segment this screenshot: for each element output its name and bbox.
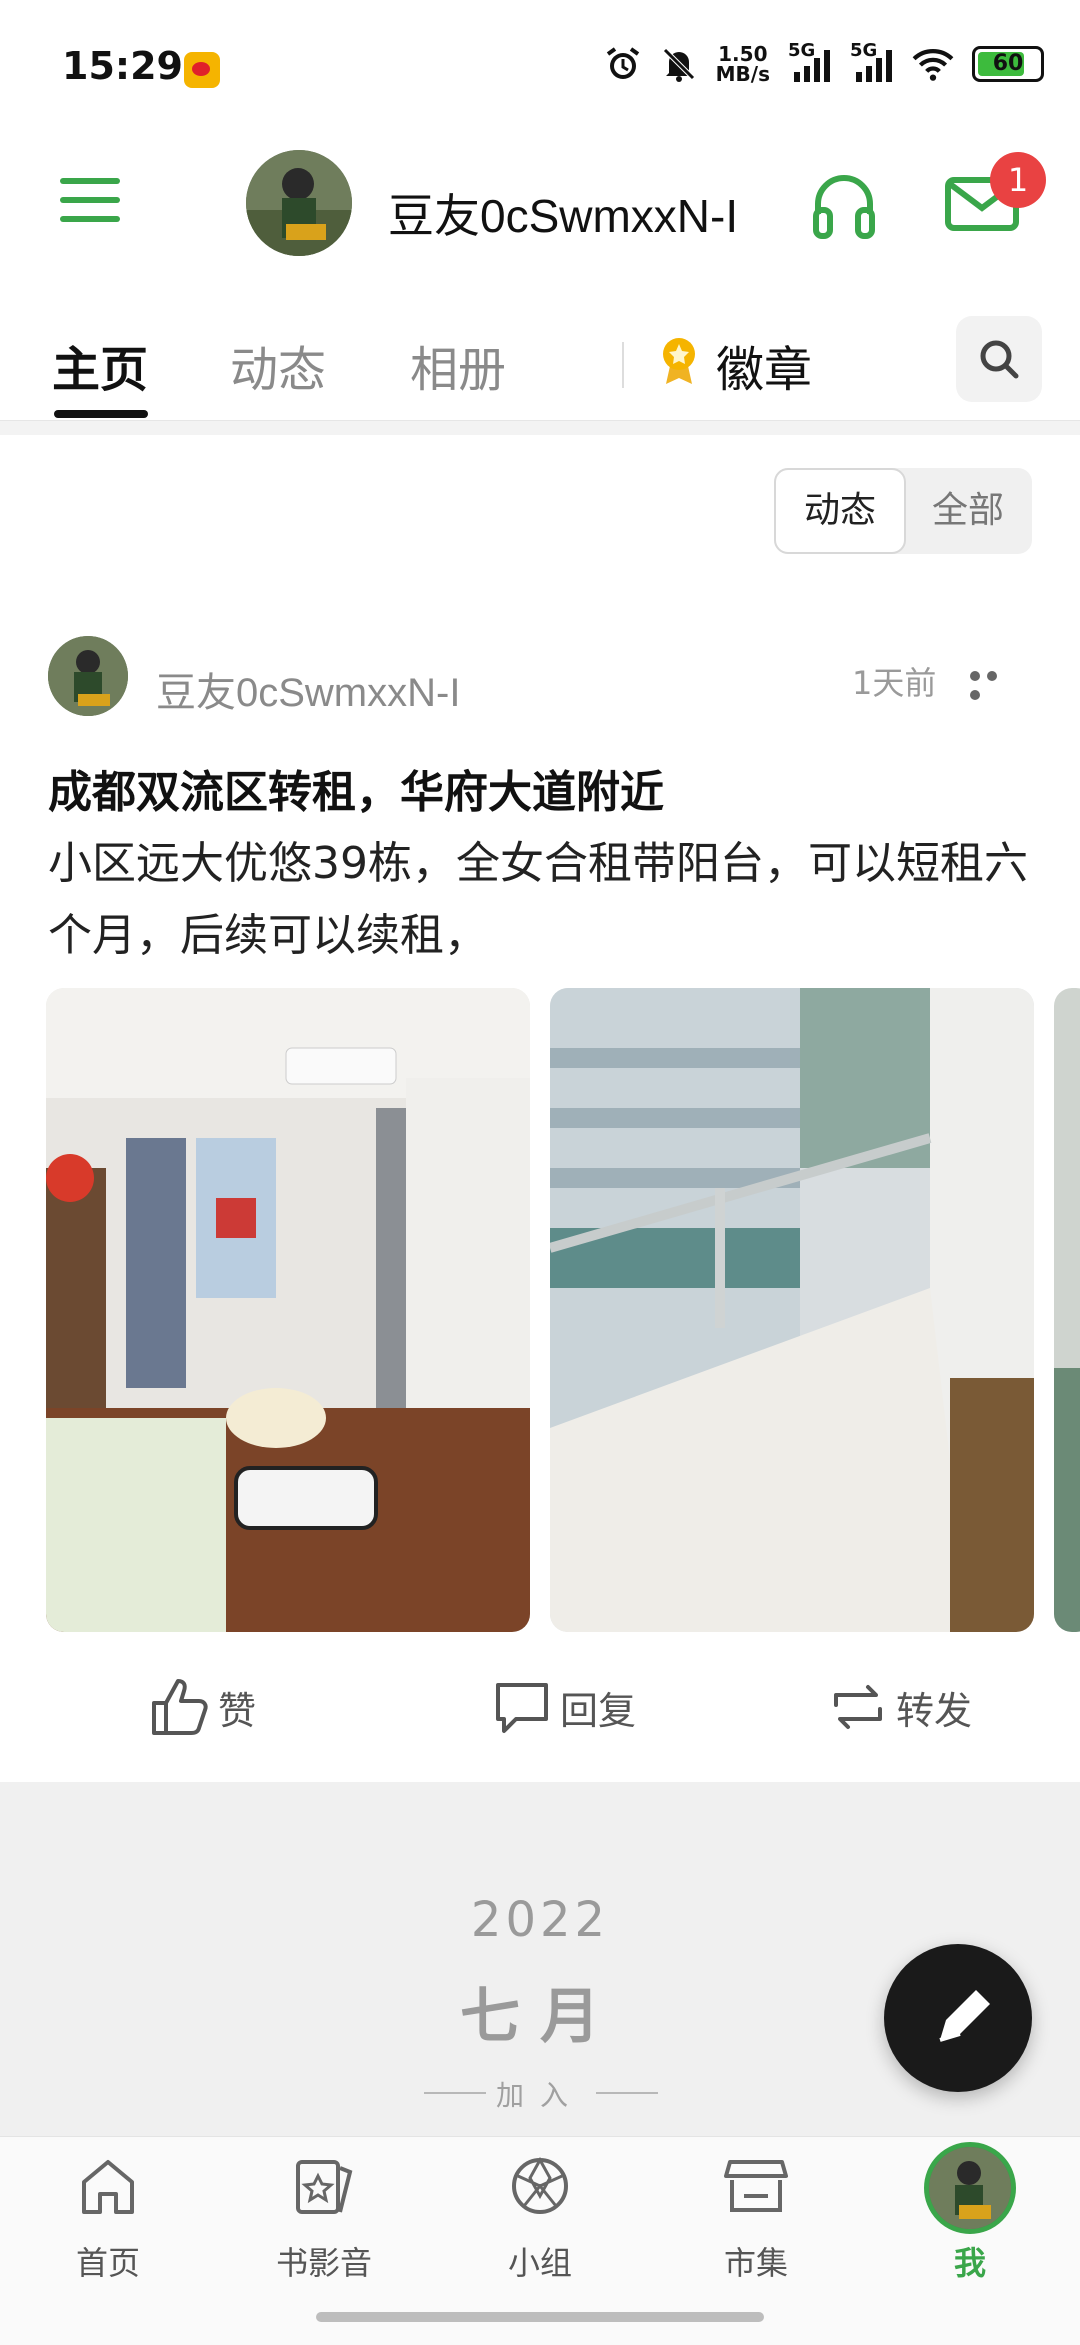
- status-icons: 1.50 MB/s 5G 5G 60: [604, 40, 1044, 84]
- nav-home[interactable]: 首页: [18, 2136, 198, 2316]
- medal-icon: [663, 338, 695, 384]
- profile-username: 豆友0cSwmxxN-I: [388, 190, 739, 242]
- nav-media-label: 书影音: [275, 2244, 372, 2282]
- status-bar: 15:29 1.50 MB/s 5G 5G 60: [0, 0, 1080, 140]
- media-icon: [296, 2160, 353, 2214]
- post-username[interactable]: 豆友0cSwmxxN-I: [156, 660, 460, 718]
- signal-1: 5G: [788, 40, 832, 84]
- tab-home[interactable]: 主页: [52, 330, 148, 400]
- status-time: 15:29: [62, 44, 183, 88]
- market-icon: [724, 2160, 788, 2212]
- nav-media[interactable]: 书影音: [234, 2136, 414, 2316]
- notification-badge: 1: [990, 152, 1046, 208]
- mute-bell-icon: [662, 48, 695, 82]
- tab-album[interactable]: 相册: [410, 330, 506, 400]
- wifi-icon: [912, 49, 954, 81]
- thumbs-up-icon: [152, 1679, 208, 1735]
- tab-badges[interactable]: 徽章: [716, 330, 812, 400]
- profile-avatar[interactable]: [246, 150, 352, 256]
- join-year: 2022: [470, 1892, 610, 1948]
- reply-button[interactable]: 回复: [490, 1672, 636, 1742]
- nav-group-label: 小组: [507, 2244, 572, 2282]
- search-button[interactable]: [956, 316, 1042, 402]
- compose-button[interactable]: [884, 1944, 1032, 2092]
- reply-label: 回复: [560, 1688, 637, 1733]
- partial-photo[interactable]: [1054, 988, 1080, 1632]
- search-icon: [980, 340, 1019, 379]
- comment-icon: [496, 1683, 548, 1733]
- alarm-icon: [606, 47, 639, 79]
- join-divider-right: [596, 2092, 658, 2094]
- avatar[interactable]: [924, 2142, 1016, 2234]
- nav-group[interactable]: 小组: [450, 2136, 630, 2316]
- signal-bars-icon: [856, 50, 892, 82]
- tab-activity[interactable]: 动态: [230, 330, 326, 400]
- signal-bars-icon: [794, 50, 830, 82]
- bedroom-photo[interactable]: [46, 988, 530, 1632]
- tab-indicator: [54, 410, 148, 418]
- net-speed-value: 1.50: [718, 42, 768, 66]
- net-speed: 1.50 MB/s: [716, 44, 770, 84]
- repost-button[interactable]: 转发: [826, 1672, 972, 1742]
- battery-icon: 60: [972, 46, 1044, 82]
- like-label: 赞: [218, 1688, 257, 1733]
- menu-icon[interactable]: [60, 178, 120, 228]
- header-divider: [0, 420, 1080, 435]
- battery-level: 60: [992, 51, 1024, 76]
- group-icon: [512, 2156, 568, 2214]
- post-body[interactable]: 小区远大优悠39栋，全女合租带阳台，可以短租六个月，后续可以续租，: [48, 828, 1028, 972]
- tab-divider: [622, 342, 624, 388]
- post-avatar[interactable]: [48, 636, 128, 716]
- filter-all[interactable]: 全部: [904, 468, 1032, 554]
- pencil-icon: [939, 1990, 990, 2042]
- nav-me-label: 我: [953, 2244, 986, 2282]
- signal-2: 5G: [850, 40, 894, 84]
- filter-activity[interactable]: 动态: [774, 468, 906, 554]
- nav-home-label: 首页: [75, 2244, 140, 2282]
- post-title[interactable]: 成都双流区转租，华府大道附近: [48, 756, 664, 820]
- repost-label: 转发: [896, 1688, 973, 1733]
- nav-market-label: 市集: [723, 2244, 788, 2282]
- more-options-icon[interactable]: [970, 666, 1018, 700]
- repost-icon: [834, 1685, 882, 1729]
- net-speed-unit: MB/s: [715, 62, 770, 86]
- nav-market[interactable]: 市集: [666, 2136, 846, 2316]
- weibo-icon: [184, 52, 220, 88]
- headphones-icon[interactable]: [810, 170, 878, 240]
- post-time: 1天前: [852, 664, 937, 702]
- feed-filter: 动态 全部: [774, 468, 1032, 554]
- gesture-bar: [316, 2312, 764, 2322]
- like-button[interactable]: 赞: [148, 1672, 256, 1742]
- home-icon: [82, 2160, 134, 2214]
- balcony-photo[interactable]: [550, 988, 1034, 1632]
